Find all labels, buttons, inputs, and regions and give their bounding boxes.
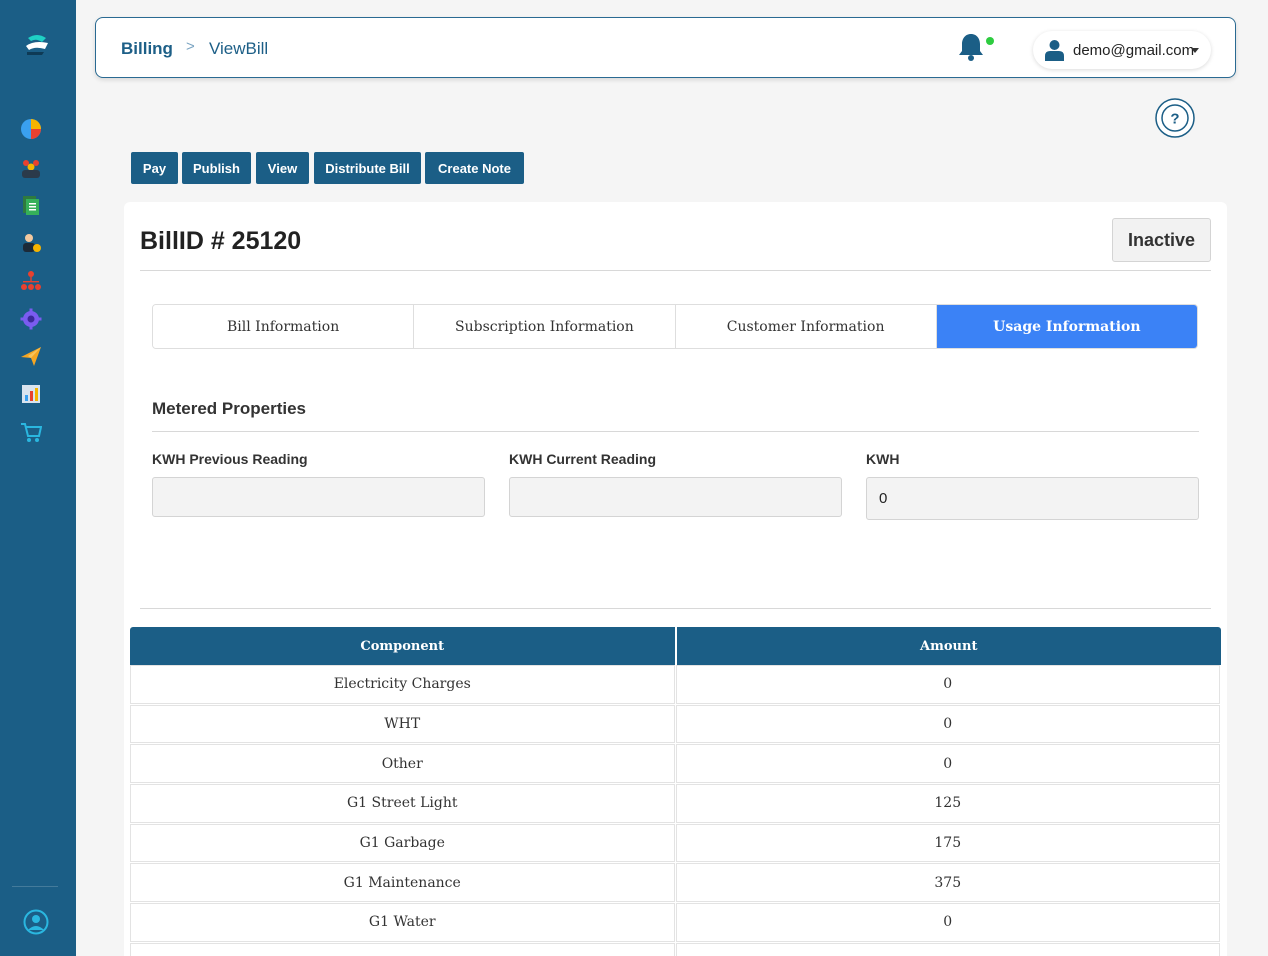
help-icon[interactable]: ?	[1155, 98, 1195, 138]
table-row: Electricity Charges 0	[130, 665, 1221, 705]
app-logo-icon[interactable]	[24, 34, 50, 56]
component-cell	[130, 942, 675, 956]
reports-icon[interactable]	[20, 383, 42, 405]
tab-customer-information[interactable]: Customer Information	[675, 305, 937, 348]
table-row: Other 0	[130, 744, 1221, 784]
hierarchy-icon[interactable]	[20, 270, 42, 292]
table-row	[130, 942, 1221, 956]
divider	[140, 608, 1211, 609]
kwh-field[interactable]	[866, 477, 1199, 520]
publish-button[interactable]: Publish	[182, 152, 251, 184]
component-cell: G1 Water	[130, 903, 675, 942]
breadcrumb-root[interactable]: Billing	[121, 39, 173, 59]
svg-text:?: ?	[1170, 111, 1179, 128]
cart-icon[interactable]	[20, 421, 42, 443]
component-cell: G1 Maintenance	[130, 863, 675, 903]
customers-icon[interactable]	[20, 157, 42, 179]
status-badge: Inactive	[1112, 218, 1211, 262]
table-row: WHT 0	[130, 704, 1221, 745]
divider	[152, 431, 1199, 432]
amount-cell: 175	[675, 823, 1220, 863]
table-row: G1 Street Light 125	[130, 784, 1221, 824]
amount-cell: 0	[675, 744, 1220, 784]
kwh-current-label: KWH Current Reading	[509, 451, 656, 467]
create-note-button[interactable]: Create Note	[425, 152, 524, 184]
user-icon	[1045, 40, 1064, 61]
tab-bill-information[interactable]: Bill Information	[153, 305, 415, 348]
user-email: demo@gmail.com	[1073, 42, 1195, 59]
user-billing-icon[interactable]	[20, 232, 42, 254]
amount-cell: 125	[675, 784, 1220, 823]
profile-icon[interactable]	[23, 909, 49, 935]
sidebar	[0, 0, 76, 956]
component-cell: G1 Street Light	[130, 784, 675, 823]
amount-cell: 0	[675, 903, 1220, 942]
column-header-amount[interactable]: Amount	[677, 627, 1222, 665]
view-button[interactable]: View	[256, 152, 309, 184]
table-row: G1 Maintenance 375	[130, 863, 1221, 903]
pay-button[interactable]: Pay	[131, 152, 178, 184]
bill-tabs: Bill Information Subscription Informatio…	[152, 304, 1198, 349]
amount-cell: 0	[675, 665, 1220, 704]
breadcrumb-current: ViewBill	[209, 39, 269, 58]
column-header-component[interactable]: Component	[130, 627, 677, 665]
bill-title: BillID # 25120	[140, 227, 302, 255]
component-cell: G1 Garbage	[130, 823, 675, 863]
chevron-down-icon	[1191, 48, 1199, 53]
user-menu[interactable]: demo@gmail.com	[1033, 31, 1211, 69]
tab-subscription-information[interactable]: Subscription Information	[414, 305, 676, 348]
amount-cell: 0	[675, 704, 1220, 744]
table-row: G1 Water 0	[130, 903, 1221, 943]
tab-usage-information[interactable]: Usage Information	[936, 305, 1197, 348]
amount-cell: 375	[675, 863, 1220, 903]
breadcrumb-separator: >	[186, 38, 195, 55]
divider	[140, 270, 1211, 271]
send-icon[interactable]	[20, 345, 42, 367]
kwh-label: KWH	[866, 451, 900, 467]
top-header: Billing > ViewBill demo@gmail.com	[95, 17, 1236, 78]
component-cell: WHT	[130, 704, 675, 744]
component-cell: Electricity Charges	[130, 665, 675, 704]
components-table: Component Amount Electricity Charges 0 W…	[130, 627, 1221, 956]
notification-bell-icon[interactable]	[957, 32, 985, 62]
analytics-icon[interactable]	[20, 118, 42, 140]
kwh-previous-field[interactable]	[152, 477, 485, 517]
table-row: G1 Garbage 175	[130, 823, 1221, 864]
kwh-current-field[interactable]	[509, 477, 842, 517]
distribute-bill-button[interactable]: Distribute Bill	[314, 152, 421, 184]
documents-icon[interactable]	[20, 194, 42, 216]
sidebar-divider	[12, 886, 58, 887]
table-header: Component Amount	[130, 627, 1221, 665]
kwh-previous-label: KWH Previous Reading	[152, 451, 308, 467]
section-title: Metered Properties	[152, 399, 306, 418]
notification-dot	[986, 37, 994, 45]
amount-cell	[675, 942, 1220, 956]
settings-icon[interactable]	[20, 308, 42, 330]
component-cell: Other	[130, 744, 675, 784]
